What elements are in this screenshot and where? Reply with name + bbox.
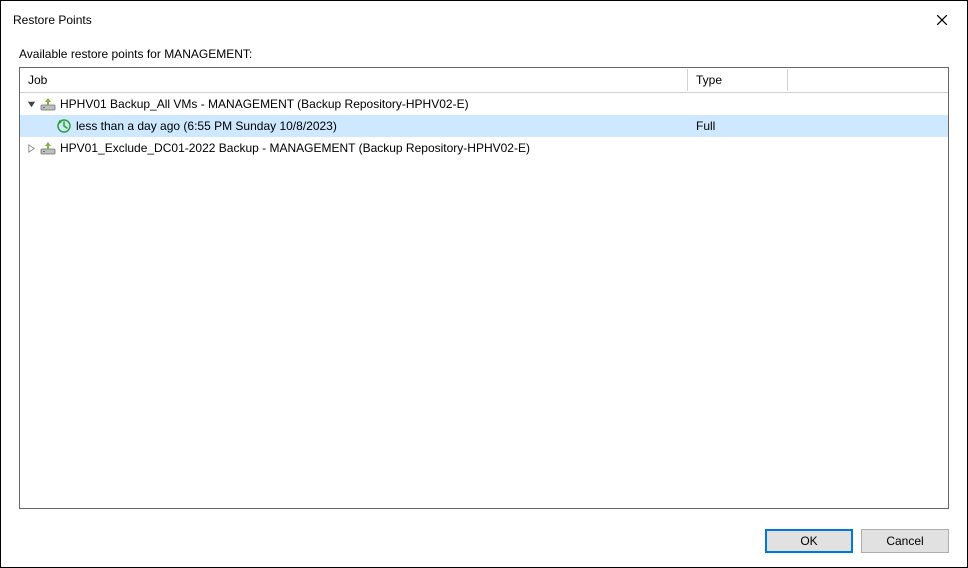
button-bar: OK Cancel [1, 519, 967, 567]
expander-toggle[interactable] [24, 141, 38, 155]
cancel-button[interactable]: Cancel [861, 529, 949, 553]
close-icon [937, 15, 947, 25]
column-header-job[interactable]: Job [20, 69, 688, 91]
tree-node-label: HPV01_Exclude_DC01-2022 Backup - MANAGEM… [60, 141, 530, 155]
tree-row-job[interactable]: HPHV01 Backup_All VMs - MANAGEMENT (Back… [20, 93, 948, 115]
restore-points-grid: Job Type HPHV01 Backup_All VMs - MANAGEM… [19, 67, 949, 509]
chevron-down-icon [27, 100, 36, 109]
backup-job-icon [40, 96, 56, 112]
grid-header: Job Type [20, 68, 948, 93]
close-button[interactable] [929, 9, 955, 31]
tree-node-type: Full [688, 119, 788, 133]
column-header-type[interactable]: Type [688, 69, 788, 91]
tree-node-label: HPHV01 Backup_All VMs - MANAGEMENT (Back… [60, 97, 469, 111]
ok-button[interactable]: OK [765, 529, 853, 553]
restore-point-icon [56, 118, 72, 134]
tree-row-restore-point[interactable]: less than a day ago (6:55 PM Sunday 10/8… [20, 115, 948, 137]
backup-job-icon [40, 140, 56, 156]
tree-row-job[interactable]: HPV01_Exclude_DC01-2022 Backup - MANAGEM… [20, 137, 948, 159]
grid-body: HPHV01 Backup_All VMs - MANAGEMENT (Back… [20, 93, 948, 508]
chevron-right-icon [27, 144, 36, 153]
dialog-content: Available restore points for MANAGEMENT:… [1, 41, 967, 519]
expander-toggle[interactable] [24, 97, 38, 111]
titlebar: Restore Points [1, 1, 967, 41]
dialog-title: Restore Points [13, 13, 92, 27]
tree-node-label: less than a day ago (6:55 PM Sunday 10/8… [76, 119, 337, 133]
subtitle-label: Available restore points for MANAGEMENT: [19, 41, 949, 67]
